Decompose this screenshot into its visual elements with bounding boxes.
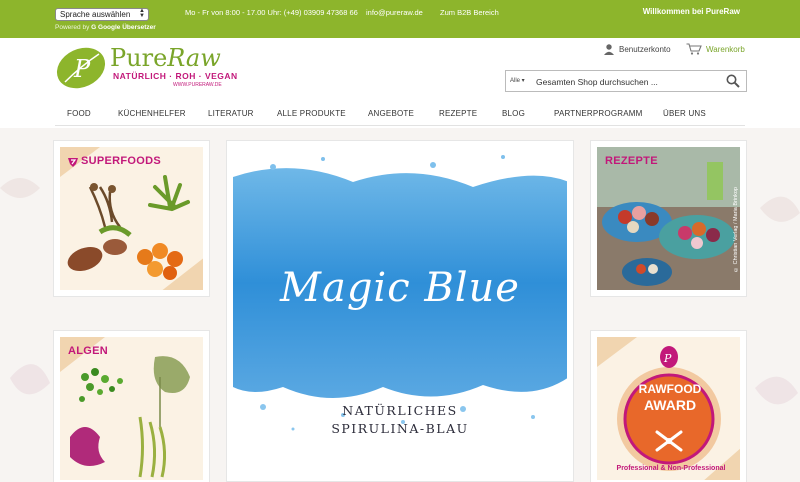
b2b-link[interactable]: Zum B2B Bereich (440, 8, 499, 17)
user-icon (604, 44, 614, 55)
rezepte-label: REZEPTE (605, 155, 658, 167)
welcome-message: Willkommen bei PureRaw (642, 7, 740, 16)
google-translator-link[interactable]: Google Übersetzer (98, 24, 156, 31)
algen-tile[interactable]: ALGEN (53, 330, 210, 482)
superfoods-image: SUPERFOODS (60, 147, 203, 290)
search-input[interactable] (536, 74, 716, 89)
superfoods-illustration (60, 147, 203, 290)
main-nav: FOOD KÜCHENHELFER LITERATUR ALLE PRODUKT… (0, 100, 800, 125)
algen-image: ALGEN (60, 337, 203, 480)
language-select[interactable]: Sprache auswählen ▲ ▼ (55, 8, 149, 21)
logo-tagline: NATÜRLICH · ROH · VEGAN (113, 71, 238, 81)
account-link[interactable]: Benutzerkonto (603, 43, 671, 55)
hero-subtitle-line1: NATÜRLICHES (342, 403, 458, 418)
nav-item-food[interactable]: FOOD (67, 109, 91, 118)
powered-by-label: Powered by (55, 24, 90, 31)
award-line1: RAWFOOD (638, 382, 702, 396)
rezepte-photo (597, 147, 740, 290)
nav-item-literatur[interactable]: LITERATUR (208, 109, 254, 118)
logo-brand: PureRaw (110, 44, 221, 72)
hero-subtitle-line2: SPIRULINA-BLAU (331, 421, 469, 436)
select-arrows-icon: ▲ ▼ (139, 8, 145, 19)
award-line2: AWARD (643, 397, 697, 413)
nav-item-kuechenhelfer[interactable]: KÜCHENHELFER (118, 109, 186, 118)
svg-text:P: P (73, 55, 91, 83)
account-label: Benutzerkonto (619, 44, 671, 54)
search-icon[interactable] (726, 74, 740, 88)
hero-title: Magic Blue (280, 265, 520, 311)
superfoods-label: SUPERFOODS (81, 155, 162, 167)
cart-link[interactable]: Warenkorb (686, 43, 745, 55)
rawfood-award-image: P RAWFOOD AWARD Professional & Non-Profe… (597, 337, 740, 480)
nav-item-rezepte[interactable]: REZEPTE (439, 109, 477, 118)
superfoods-tile[interactable]: SUPERFOODS (53, 140, 210, 297)
rawfood-award-tile[interactable]: P RAWFOOD AWARD Professional & Non-Profe… (590, 330, 747, 482)
search-bar: Alle ▾ (505, 70, 747, 92)
rezepte-image: REZEPTE © Christian Verlag / Maria Brink… (597, 147, 740, 290)
photo-credit: © Christian Verlag / Maria Brinkop (733, 187, 739, 272)
nav-item-alle-produkte[interactable]: ALLE PRODUKTE (277, 109, 346, 118)
nav-item-angebote[interactable]: ANGEBOTE (368, 109, 414, 118)
powered-by: Powered by G Google Übersetzer (55, 24, 156, 31)
svg-text:P: P (663, 352, 672, 365)
cart-label: Warenkorb (706, 44, 745, 54)
email-link[interactable]: info@pureraw.de (366, 8, 423, 17)
logo-brand-b: Raw (167, 44, 221, 72)
cart-icon (686, 43, 702, 55)
nav-divider (55, 125, 745, 126)
algen-label: ALGEN (68, 345, 108, 357)
superhero-badge-icon (68, 158, 78, 167)
logo[interactable]: P PureRaw NATÜRLICH · ROH · VEGAN WWW.PU… (55, 44, 238, 94)
search-scope-label: Alle (510, 78, 521, 84)
logo-url: WWW.PURERAW.DE (173, 82, 222, 88)
opening-hours: Mo - Fr von 8:00 - 17.00 Uhr: (+49) 0390… (185, 8, 358, 17)
nav-item-ueber-uns[interactable]: ÜBER UNS (663, 109, 706, 118)
hero-image: Magic Blue NATÜRLICHES SPIRULINA-BLAU (233, 147, 567, 475)
logo-brand-a: Pure (110, 44, 168, 72)
rezepte-tile[interactable]: REZEPTE © Christian Verlag / Maria Brink… (590, 140, 747, 297)
language-select-value: Sprache auswählen (60, 10, 131, 19)
search-scope-select[interactable]: Alle ▾ (510, 77, 525, 84)
logo-leaf-icon: P (56, 47, 106, 89)
nav-item-blog[interactable]: BLOG (502, 109, 525, 118)
nav-item-partnerprogramm[interactable]: PARTNERPROGRAMM (554, 109, 643, 118)
award-subtitle: Professional & Non-Professional (616, 465, 726, 472)
algen-illustration (60, 337, 190, 478)
hero-banner[interactable]: Magic Blue NATÜRLICHES SPIRULINA-BLAU (226, 140, 574, 482)
top-bar: Sprache auswählen ▲ ▼ Powered by G Google… (0, 0, 800, 38)
